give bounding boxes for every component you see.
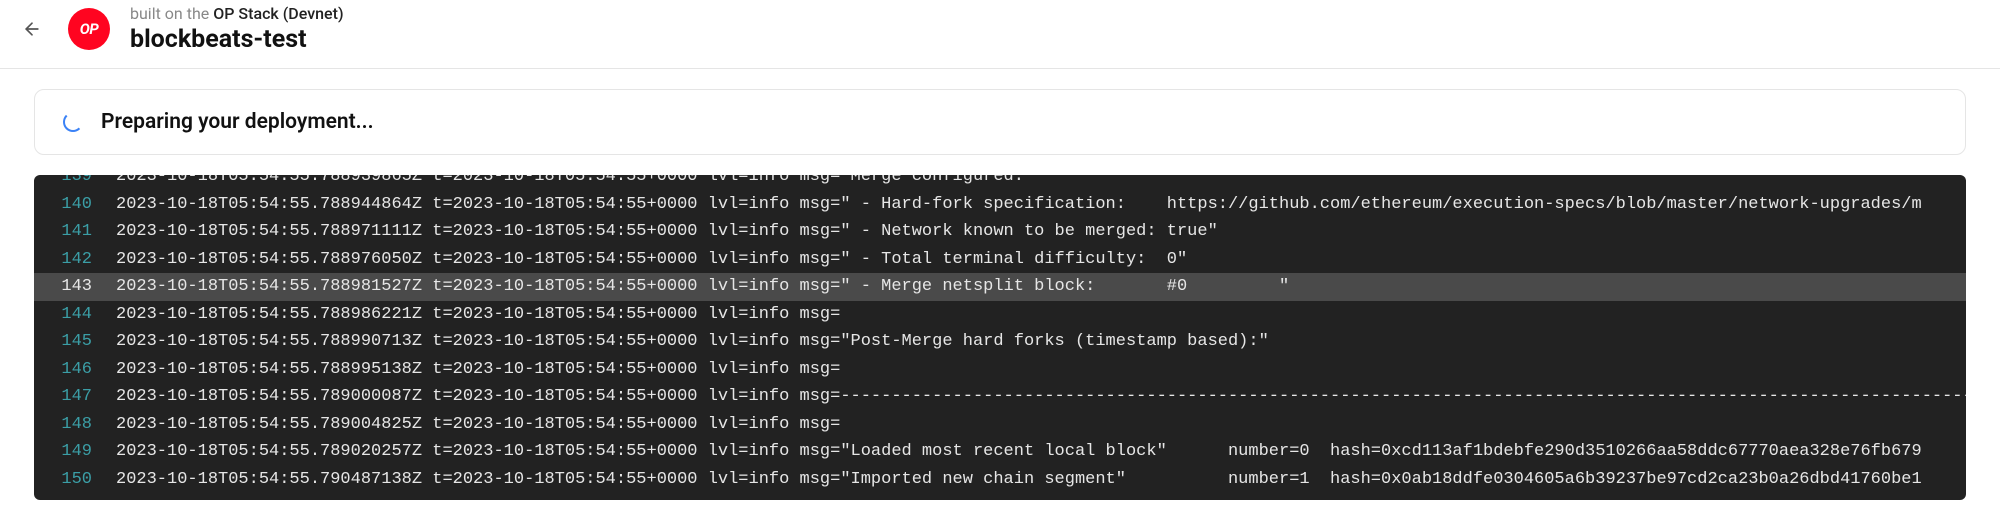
log-line[interactable]: 139 2023-10-18T05:54:55.788939865Z t=2023… xyxy=(34,175,1966,191)
log-line[interactable]: 149 2023-10-18T05:54:55.789020257Z t=2023… xyxy=(34,438,1966,466)
line-number: 146 xyxy=(48,356,92,384)
line-number: 142 xyxy=(48,246,92,274)
line-text: 2023-10-18T05:54:55.788995138Z t=2023-10… xyxy=(116,356,1966,384)
status-bar: Preparing your deployment... xyxy=(34,89,1966,155)
spinner-icon xyxy=(63,112,83,132)
line-text: 2023-10-18T05:54:55.789000087Z t=2023-10… xyxy=(116,383,1966,411)
log-line[interactable]: 140 2023-10-18T05:54:55.788944864Z t=2023… xyxy=(34,191,1966,219)
op-logo: OP xyxy=(68,8,110,50)
line-number: 143 xyxy=(48,273,92,301)
log-line[interactable]: 150 2023-10-18T05:54:55.790487138Z t=2023… xyxy=(34,466,1966,494)
line-text: 2023-10-18T05:54:55.789020257Z t=2023-10… xyxy=(116,438,1966,466)
line-number: 145 xyxy=(48,328,92,356)
line-text: 2023-10-18T05:54:55.788976050Z t=2023-10… xyxy=(116,246,1966,274)
subtitle: built on the OP Stack (Devnet) xyxy=(130,4,344,23)
line-number: 139 xyxy=(48,175,92,191)
log-line[interactable]: 145 2023-10-18T05:54:55.788990713Z t=2023… xyxy=(34,328,1966,356)
log-line[interactable]: 148 2023-10-18T05:54:55.789004825Z t=2023… xyxy=(34,411,1966,439)
status-text: Preparing your deployment... xyxy=(101,110,374,134)
page-title: blockbeats-test xyxy=(130,25,344,54)
line-text: 2023-10-18T05:54:55.789004825Z t=2023-10… xyxy=(116,411,1966,439)
log-line[interactable]: 147 2023-10-18T05:54:55.789000087Z t=2023… xyxy=(34,383,1966,411)
console[interactable]: 139 2023-10-18T05:54:55.788939865Z t=2023… xyxy=(34,175,1966,500)
line-text: 2023-10-18T05:54:55.788944864Z t=2023-10… xyxy=(116,191,1966,219)
log-line[interactable]: 143 2023-10-18T05:54:55.788981527Z t=2023… xyxy=(34,273,1966,301)
line-number: 140 xyxy=(48,191,92,219)
line-text: 2023-10-18T05:54:55.788939865Z t=2023-10… xyxy=(116,175,1966,191)
line-number: 150 xyxy=(48,466,92,494)
content: Preparing your deployment... 139 2023-10-… xyxy=(0,69,2000,500)
line-number: 141 xyxy=(48,218,92,246)
line-number: 149 xyxy=(48,438,92,466)
line-number: 147 xyxy=(48,383,92,411)
arrow-left-icon xyxy=(22,19,42,39)
back-button[interactable] xyxy=(20,17,44,41)
line-text: 2023-10-18T05:54:55.788971111Z t=2023-10… xyxy=(116,218,1966,246)
line-number: 144 xyxy=(48,301,92,329)
log-line[interactable]: 141 2023-10-18T05:54:55.788971111Z t=2023… xyxy=(34,218,1966,246)
line-text: 2023-10-18T05:54:55.788981527Z t=2023-10… xyxy=(116,273,1966,301)
title-block: built on the OP Stack (Devnet) blockbeat… xyxy=(130,4,344,54)
line-text: 2023-10-18T05:54:55.790487138Z t=2023-10… xyxy=(116,466,1966,494)
log-line[interactable]: 142 2023-10-18T05:54:55.788976050Z t=2023… xyxy=(34,246,1966,274)
subtitle-stack: OP Stack (Devnet) xyxy=(213,4,343,23)
subtitle-prefix: built on the xyxy=(130,4,213,23)
line-number: 148 xyxy=(48,411,92,439)
line-text: 2023-10-18T05:54:55.788990713Z t=2023-10… xyxy=(116,328,1966,356)
line-text: 2023-10-18T05:54:55.788986221Z t=2023-10… xyxy=(116,301,1966,329)
log-line[interactable]: 146 2023-10-18T05:54:55.788995138Z t=2023… xyxy=(34,356,1966,384)
log-line[interactable]: 144 2023-10-18T05:54:55.788986221Z t=2023… xyxy=(34,301,1966,329)
header: OP built on the OP Stack (Devnet) blockb… xyxy=(0,0,2000,69)
